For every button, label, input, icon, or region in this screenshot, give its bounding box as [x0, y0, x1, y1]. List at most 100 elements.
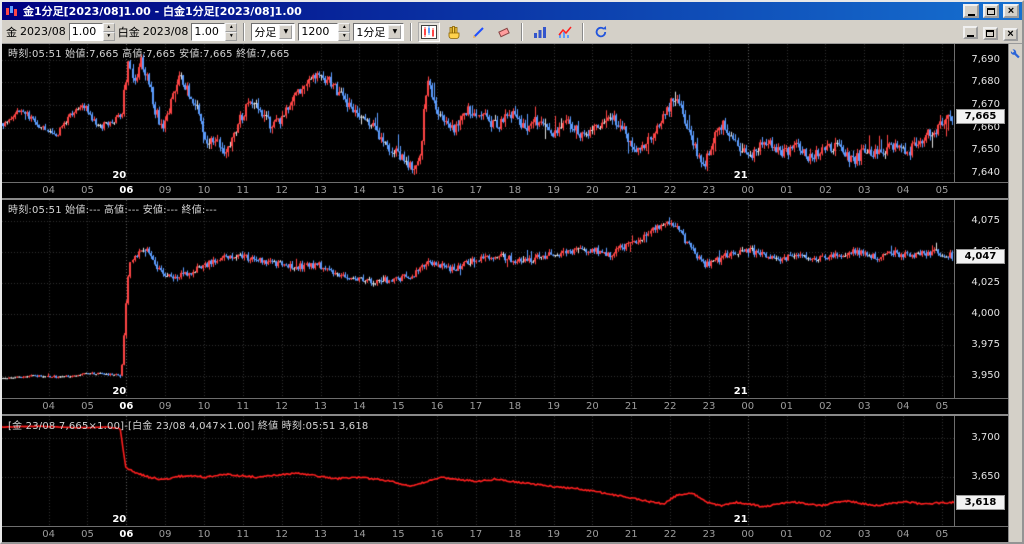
pencil-icon [471, 25, 487, 39]
y-axis-tick-label: 3,950 [971, 370, 1000, 382]
pan-hand-button[interactable] [443, 22, 465, 42]
toolbar-separator [521, 23, 523, 41]
x-axis-hour-label: 00 [741, 529, 754, 541]
window-title: 金1分足[2023/08]1.00 - 白金1分足[2023/08]1.00 [23, 3, 959, 19]
hand-icon [446, 25, 462, 39]
period-type-dropdown[interactable]: 分足 ▼ [251, 23, 295, 41]
x-axis-hour-label: 04 [42, 185, 55, 197]
gold-last-price-badge: 7,665 [956, 109, 1005, 124]
line-chart-icon [557, 25, 573, 39]
restore-icon [986, 30, 994, 37]
bar-count-up-button[interactable]: ▲ [338, 23, 350, 32]
y-axis-tick-label: 3,650 [971, 471, 1000, 483]
gold-multiplier-input[interactable] [72, 25, 100, 38]
x-axis-hour-label: 18 [508, 185, 521, 197]
x-axis-hour-label: 01 [780, 185, 793, 197]
gold-candlestick-canvas [2, 44, 954, 182]
session-date-label: 21 [734, 170, 748, 181]
x-axis-hour-label: 15 [392, 401, 405, 413]
bar-count-input[interactable] [301, 25, 335, 38]
platinum-multiplier-input[interactable] [194, 25, 222, 38]
gold-multiplier-up-button[interactable]: ▲ [103, 23, 115, 32]
indicator-chart-button[interactable] [554, 22, 576, 42]
x-axis-hour-label: 19 [547, 185, 560, 197]
gold-price-axis: 7,665 7,6907,6807,6707,6607,6507,640 [954, 44, 1008, 182]
spread-chart-panel: [金 23/08 7,665×1.00]-[白金 23/08 4,047×1.0… [2, 416, 1008, 542]
y-axis-tick-label: 7,650 [971, 144, 1000, 156]
x-axis-hour-label: 20 [586, 529, 599, 541]
close-button[interactable]: × [1003, 4, 1019, 18]
down-arrow-icon: ▼ [229, 34, 234, 38]
x-axis-hour-label: 23 [703, 529, 716, 541]
x-axis-hour-label: 14 [353, 529, 366, 541]
x-axis-hour-label: 22 [664, 401, 677, 413]
y-axis-tick-label: 7,640 [971, 167, 1000, 179]
x-axis-hour-label: 13 [314, 401, 327, 413]
maximize-button[interactable] [983, 4, 999, 18]
volume-chart-button[interactable] [529, 22, 551, 42]
chart-window-restore-button[interactable] [983, 27, 998, 40]
x-axis-hour-label: 05 [81, 185, 94, 197]
x-axis-hour-label: 02 [819, 185, 832, 197]
period-type-value: 分足 [254, 24, 276, 40]
draw-line-button[interactable] [468, 22, 490, 42]
minimize-icon [967, 35, 974, 37]
gold-multiplier-down-button[interactable]: ▼ [103, 32, 115, 41]
candlestick-chart-button[interactable] [418, 22, 440, 42]
settings-wrench-icon [1010, 48, 1021, 59]
x-axis-hour-label: 03 [858, 185, 871, 197]
bar-count-down-button[interactable]: ▼ [338, 32, 350, 41]
gold-chart-plot[interactable]: 時刻:05:51 始値:7,665 高値:7,665 安値:7,665 終値:7… [2, 44, 954, 182]
y-axis-tick-label: 3,700 [971, 432, 1000, 444]
x-axis-hour-label: 17 [470, 529, 483, 541]
chart-window-minimize-button[interactable] [963, 26, 978, 39]
x-axis-hour-label: 22 [664, 529, 677, 541]
x-axis-hour-label: 05 [81, 401, 94, 413]
refresh-button[interactable] [590, 22, 612, 42]
x-axis-hour-label: 11 [236, 401, 249, 413]
x-axis-hour-label: 02 [819, 529, 832, 541]
x-axis-hour-label: 17 [470, 401, 483, 413]
x-axis-hour-label: 21 [625, 529, 638, 541]
x-axis-hour-label: 09 [159, 185, 172, 197]
interval-dropdown[interactable]: 1分足 ▼ [353, 23, 404, 41]
down-arrow-icon: ▼ [106, 34, 111, 38]
x-axis-hour-label: 17 [470, 185, 483, 197]
chart-panels: 時刻:05:51 始値:7,665 高値:7,665 安値:7,665 終値:7… [2, 44, 1008, 542]
session-date-label: 20 [112, 170, 126, 181]
toolbar-separator [582, 23, 584, 41]
y-axis-tick-label: 4,075 [971, 215, 1000, 227]
close-icon: × [1007, 29, 1013, 40]
x-axis-hour-label: 11 [236, 185, 249, 197]
settings-wrench-button[interactable] [1009, 47, 1022, 60]
refresh-icon [593, 25, 609, 39]
up-arrow-icon: ▲ [342, 25, 347, 29]
down-arrow-icon: ▼ [342, 34, 347, 38]
minimize-button[interactable] [963, 4, 979, 18]
interval-value: 1分足 [356, 24, 385, 40]
x-axis-hour-label: 19 [547, 401, 560, 413]
y-axis-tick-label: 4,000 [971, 308, 1000, 320]
platinum-multiplier-up-button[interactable]: ▲ [225, 23, 237, 32]
app-icon [5, 5, 19, 17]
chart-area: 時刻:05:51 始値:7,665 高値:7,665 安値:7,665 終値:7… [2, 44, 1022, 542]
platinum-contract-month: 2023/08 [143, 25, 189, 38]
platinum-chart-plot[interactable]: 時刻:05:51 始値:--- 高値:--- 安値:--- 終値:--- 202… [2, 200, 954, 398]
platinum-chart-panel: 時刻:05:51 始値:--- 高値:--- 安値:--- 終値:--- 202… [2, 200, 1008, 416]
platinum-multiplier-down-button[interactable]: ▼ [225, 32, 237, 41]
x-axis-hour-label: 09 [159, 529, 172, 541]
x-axis-hour-label: 04 [42, 529, 55, 541]
x-axis-hour-label: 19 [547, 529, 560, 541]
toolbar-separator [410, 23, 412, 41]
chart-window-close-button[interactable]: × [1003, 28, 1018, 41]
eraser-button[interactable] [493, 22, 515, 42]
up-arrow-icon: ▲ [229, 25, 234, 29]
x-axis-hour-label: 20 [586, 185, 599, 197]
platinum-price-axis: 4,047 4,0754,0504,0254,0003,9753,950 [954, 200, 1008, 398]
title-bar[interactable]: 金1分足[2023/08]1.00 - 白金1分足[2023/08]1.00 × [2, 2, 1022, 20]
x-axis-hour-label: 22 [664, 185, 677, 197]
x-axis-hour-label: 05 [936, 401, 949, 413]
y-axis-tick-label: 3,975 [971, 339, 1000, 351]
spread-chart-plot[interactable]: [金 23/08 7,665×1.00]-[白金 23/08 4,047×1.0… [2, 416, 954, 526]
x-axis-hour-label: 04 [897, 401, 910, 413]
